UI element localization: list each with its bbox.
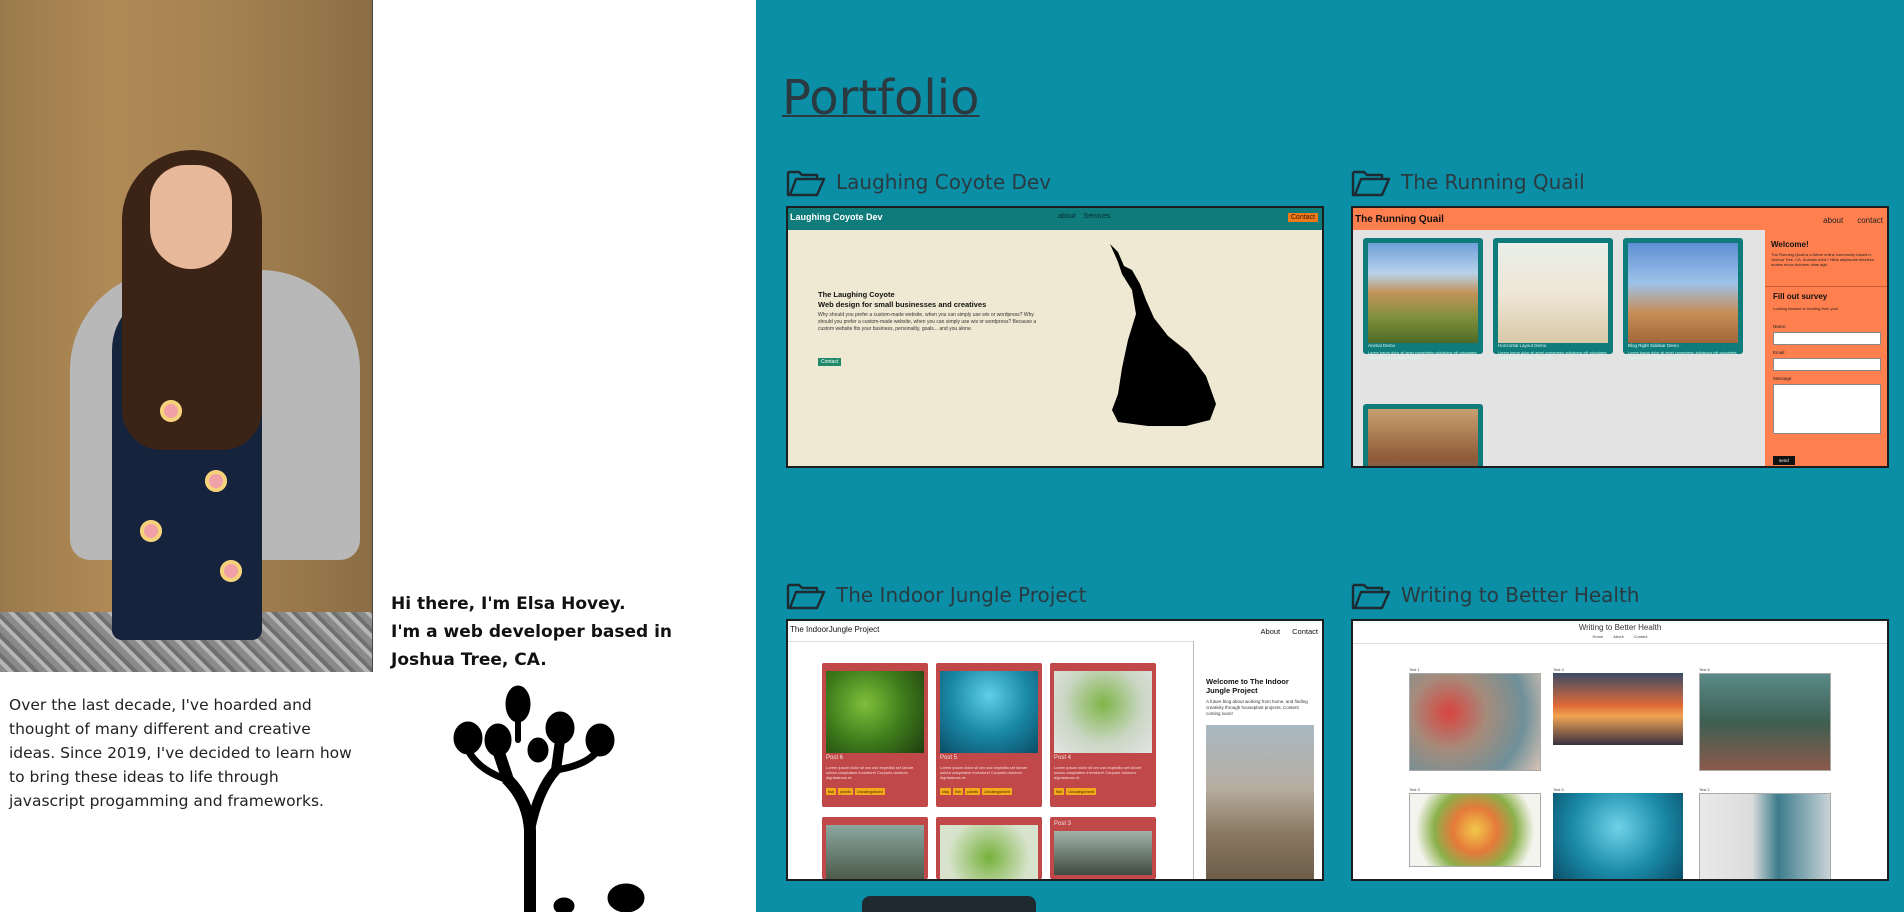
intro-heading: Hi there, I'm Elsa Hovey. I'm a web deve… [391, 590, 721, 674]
project-screenshot[interactable]: The Running Quail about contact Animal De… [1351, 206, 1889, 468]
project-screenshot[interactable]: The IndoorJungle Project About Contact Po… [786, 619, 1324, 881]
shot-nav-item: contact [1857, 216, 1883, 225]
shot-card: Horizontal Layout Demo Lorem ipsum dolor… [1493, 238, 1613, 360]
shot-brand: The Running Quail [1355, 214, 1444, 225]
shot-post: Post 6 Lorem ipsum dolor sit am usd expe… [822, 663, 928, 807]
shot-post [822, 817, 928, 879]
about-section: Over the last decade, I've hoarded and t… [0, 0, 756, 912]
shot-nav-item: Contact [1292, 627, 1318, 636]
project-title[interactable]: Writing to Better Health [1401, 583, 1640, 607]
shot-nav-item: about [1823, 216, 1844, 225]
project-title[interactable]: The Indoor Jungle Project [836, 583, 1086, 607]
shot-cta: Contact [1287, 213, 1318, 222]
shot-heading: The Laughing Coyote [818, 290, 895, 299]
project-writing-health[interactable]: Writing to Better Health Writing to Bett… [1351, 577, 1889, 881]
shot-post: Post 5 Lorem ipsum dolor sit am usd expe… [936, 663, 1042, 807]
shot-tile: Test 4 [1553, 667, 1683, 745]
project-screenshot[interactable]: Writing to Better Health Home About Contac… [1351, 619, 1889, 881]
shot-tile: Test 5 [1553, 787, 1683, 879]
project-running-quail[interactable]: The Running Quail The Running Quail abou… [1351, 164, 1889, 468]
portfolio-title[interactable]: Portfolio [782, 70, 979, 126]
project-laughing-coyote[interactable]: Laughing Coyote Dev Laughing Coyote Dev … [786, 164, 1324, 468]
shot-tile: Test 3 [1409, 787, 1541, 867]
shot-text: Why should you prefer a custom-made webs… [818, 312, 1037, 332]
shot-nav-item: Services [1083, 213, 1111, 220]
shot-brand: Laughing Coyote Dev [790, 212, 883, 222]
role-text: I'm a web developer based in Joshua Tree… [391, 622, 672, 670]
bio-text: Over the last decade, I've hoarded and t… [9, 696, 352, 810]
project-title[interactable]: The Running Quail [1401, 170, 1585, 194]
profile-photo [0, 0, 373, 672]
shot-brand: Writing to Better Health [1578, 623, 1662, 632]
shot-card [1363, 404, 1483, 466]
shot-button: Contact [818, 358, 842, 366]
shot-subheading: Web design for small businesses and crea… [818, 300, 987, 309]
shot-tile: Test 6 [1699, 667, 1831, 771]
portfolio-section: Portfolio Laughing Coyote Dev Laughing C… [756, 0, 1904, 912]
joshua-tree-icon [453, 685, 645, 912]
shot-tile: Test 2 [1699, 787, 1831, 879]
shot-aside: Welcome to The Indoor Jungle Project A f… [1193, 641, 1322, 879]
howling-wolf-icon [1110, 244, 1216, 426]
shot-post [936, 817, 1042, 879]
shot-nav-item: about [1058, 213, 1076, 220]
folder-open-icon [786, 583, 826, 610]
shot-brand: The IndoorJungle Project [790, 625, 880, 634]
shot-post: Post 3 [1050, 817, 1156, 879]
folder-open-icon [1351, 583, 1391, 610]
shot-card: Blog Right Sidebar Demo Lorem ipsum dolo… [1623, 238, 1743, 360]
project-screenshot[interactable]: Laughing Coyote Dev about Services Contac… [786, 206, 1324, 468]
shot-tile: Test 1 [1409, 667, 1541, 771]
shot-sidebar: Welcome! The Running Quail is a future o… [1765, 230, 1887, 466]
project-indoor-jungle[interactable]: The Indoor Jungle Project The IndoorJung… [786, 577, 1324, 881]
folder-open-icon [1351, 170, 1391, 197]
shot-post: Post 4 Lorem ipsum dolor sit am usd expe… [1050, 663, 1156, 807]
folder-open-icon [786, 170, 826, 197]
shot-card: Animal Demo Lorem ipsum dolor sit amet c… [1363, 238, 1483, 360]
taskbar-preview [862, 896, 1036, 912]
greeting-text: Hi there, I'm Elsa Hovey. [391, 594, 626, 614]
shot-nav-item: About [1260, 627, 1281, 636]
project-title[interactable]: Laughing Coyote Dev [836, 170, 1051, 194]
